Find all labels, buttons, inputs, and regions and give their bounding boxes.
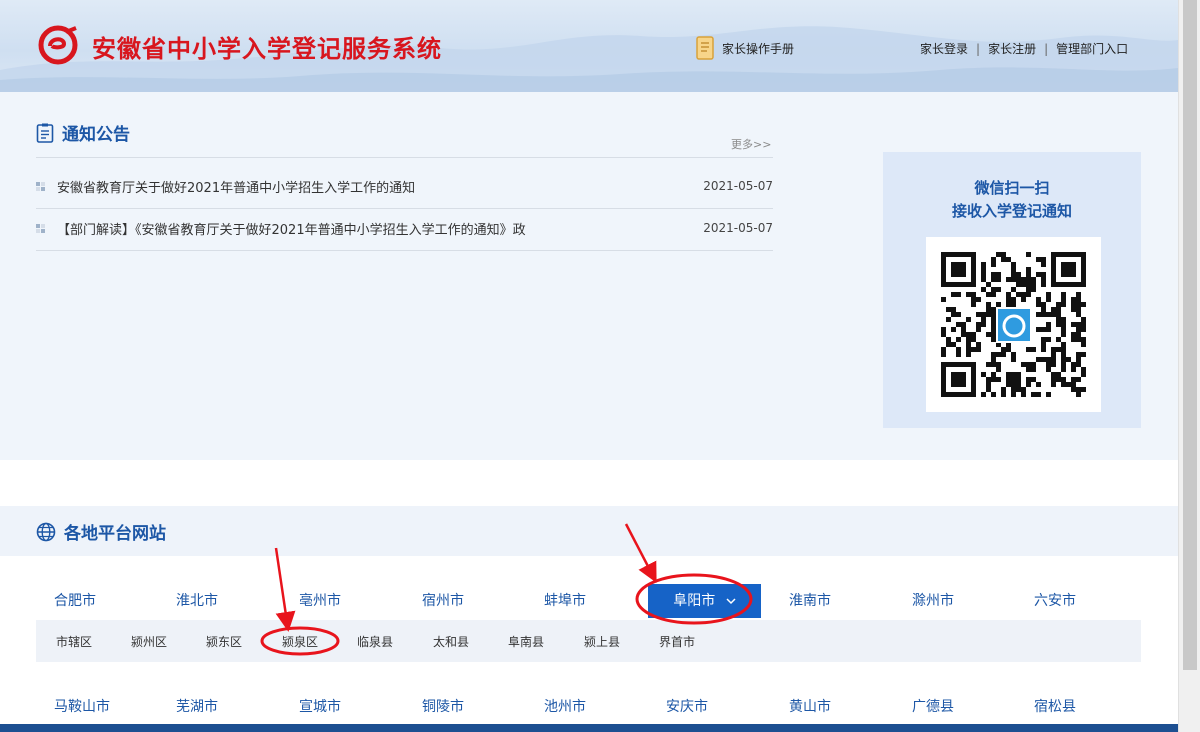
- notice-text: 【部门解读】《安徽省教育厅关于做好2021年普通中小学招生入学工作的通知》政: [57, 222, 526, 238]
- admin-entry-link[interactable]: 管理部门入口: [1056, 40, 1128, 57]
- qr-code: [926, 237, 1101, 412]
- globe-icon: [36, 522, 56, 541]
- notice-item[interactable]: 【部门解读】《安徽省教育厅关于做好2021年普通中小学招生入学工作的通知》政 2…: [36, 218, 773, 238]
- notice-document-icon: [36, 123, 54, 143]
- city-link[interactable]: 宿州市: [422, 584, 464, 618]
- city-link[interactable]: 淮南市: [789, 584, 831, 618]
- district-link[interactable]: 颍上县: [584, 633, 620, 650]
- district-link[interactable]: 界首市: [659, 633, 695, 650]
- scrollbar[interactable]: [1178, 0, 1200, 732]
- divider: [36, 208, 773, 209]
- district-link[interactable]: 阜南县: [508, 633, 544, 650]
- parent-login-link[interactable]: 家长登录: [920, 40, 968, 57]
- platforms-header-bar: [0, 506, 1178, 556]
- manual-book-icon: [696, 36, 714, 60]
- city-link[interactable]: 蚌埠市: [544, 584, 586, 618]
- wechat-qr-box: 微信扫一扫 接收入学登记通知: [883, 152, 1141, 428]
- active-city-label: 阜阳市: [673, 593, 716, 609]
- district-link[interactable]: 颍州区: [131, 633, 167, 650]
- separator: |: [1044, 41, 1049, 56]
- notice-title: 通知公告: [62, 125, 130, 145]
- bullet-icon: [36, 181, 45, 191]
- site-title: 安徽省中小学入学登记服务系统: [92, 35, 442, 63]
- notice-heading: 通知公告: [36, 120, 130, 145]
- scrollbar-thumb[interactable]: [1183, 0, 1197, 670]
- top-links: 家长登录 | 家长注册 | 管理部门入口: [920, 40, 1128, 57]
- manual-label: 家长操作手册: [722, 41, 795, 56]
- city-link[interactable]: 安庆市: [666, 690, 708, 724]
- platforms-title: 各地平台网站: [64, 524, 166, 544]
- footer-band: [0, 724, 1178, 732]
- district-link[interactable]: 市辖区: [56, 633, 92, 650]
- site-header: 安徽省中小学入学登记服务系统 家长操作手册 家长登录 | 家长注册 | 管理部门…: [0, 0, 1178, 92]
- notice-item[interactable]: 安徽省教育厅关于做好2021年普通中小学招生入学工作的通知 2021-05-07: [36, 176, 773, 196]
- city-link[interactable]: 马鞍山市: [54, 690, 110, 724]
- bullet-icon: [36, 223, 45, 233]
- city-link[interactable]: 芜湖市: [176, 690, 218, 724]
- divider: [36, 250, 773, 251]
- city-link[interactable]: 宿松县: [1034, 690, 1076, 724]
- city-link[interactable]: 合肥市: [54, 584, 96, 618]
- district-link[interactable]: 临泉县: [357, 633, 393, 650]
- city-link-active[interactable]: 阜阳市: [648, 584, 761, 618]
- city-link[interactable]: 宣城市: [299, 690, 341, 724]
- district-link-highlighted[interactable]: 颍泉区: [282, 633, 318, 650]
- separator: |: [976, 41, 981, 56]
- district-link[interactable]: 太和县: [433, 633, 469, 650]
- notice-date: 2021-05-07: [703, 179, 773, 193]
- city-link[interactable]: 淮北市: [176, 584, 218, 618]
- divider: [36, 157, 773, 158]
- platforms-heading: 各地平台网站: [36, 519, 166, 544]
- notice-text: 安徽省教育厅关于做好2021年普通中小学招生入学工作的通知: [57, 180, 416, 196]
- city-row-2: 马鞍山市 芜湖市 宣城市 铜陵市 池州市 安庆市 黄山市 广德县 宿松县: [0, 690, 1178, 724]
- district-link[interactable]: 颍东区: [206, 633, 242, 650]
- city-row-1: 合肥市 淮北市 亳州市 宿州市 蚌埠市 阜阳市 淮南市 滁州市 六安市: [0, 584, 1178, 618]
- city-link[interactable]: 黄山市: [789, 690, 831, 724]
- qr-title-line2: 接收入学登记通知: [951, 202, 1072, 220]
- parent-register-link[interactable]: 家长注册: [988, 40, 1036, 57]
- city-link[interactable]: 六安市: [1034, 584, 1076, 618]
- chevron-down-icon: [726, 598, 736, 605]
- notice-date: 2021-05-07: [703, 221, 773, 235]
- more-link[interactable]: 更多>>: [731, 136, 771, 152]
- city-link[interactable]: 滁州市: [912, 584, 954, 618]
- qr-title-line1: 微信扫一扫: [974, 179, 1050, 197]
- logo-icon[interactable]: [36, 22, 80, 66]
- city-link[interactable]: 池州市: [544, 690, 586, 724]
- city-link[interactable]: 铜陵市: [422, 690, 464, 724]
- city-link[interactable]: 亳州市: [299, 584, 341, 618]
- manual-link[interactable]: 家长操作手册: [696, 36, 794, 60]
- city-link[interactable]: 广德县: [912, 690, 954, 724]
- qr-code-image: [941, 252, 1086, 397]
